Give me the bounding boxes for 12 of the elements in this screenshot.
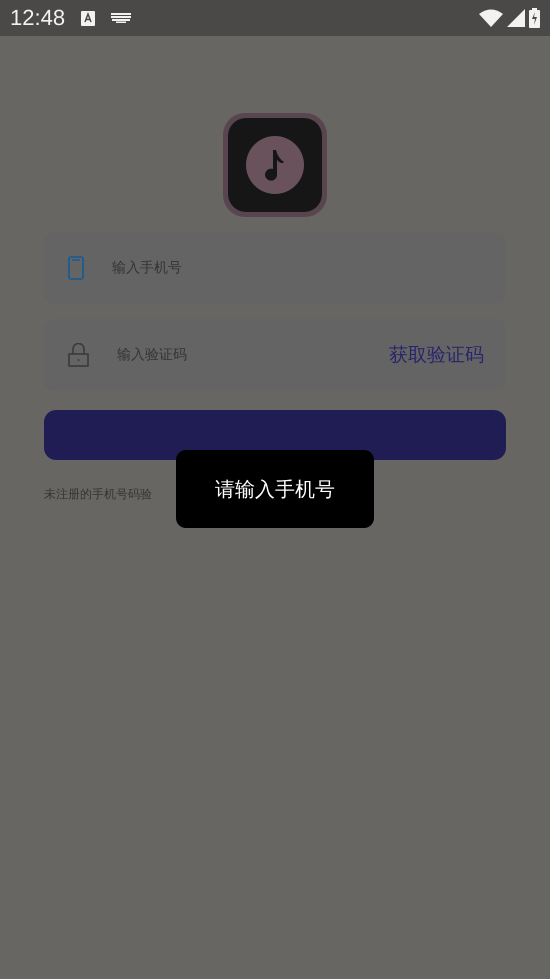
get-code-link[interactable]: 获取验证码 <box>389 342 484 368</box>
text-input-icon <box>81 10 96 26</box>
clock-time: 12:48 <box>10 5 66 31</box>
phone-icon <box>68 256 84 280</box>
battery-icon <box>529 8 540 28</box>
lock-icon <box>68 343 89 367</box>
app-logo-icon <box>223 113 327 217</box>
wifi-icon <box>479 9 503 27</box>
login-button[interactable] <box>44 410 506 460</box>
keyboard-icon <box>111 13 132 23</box>
signal-icon <box>507 9 525 27</box>
toast-message: 请输入手机号 <box>176 450 374 528</box>
